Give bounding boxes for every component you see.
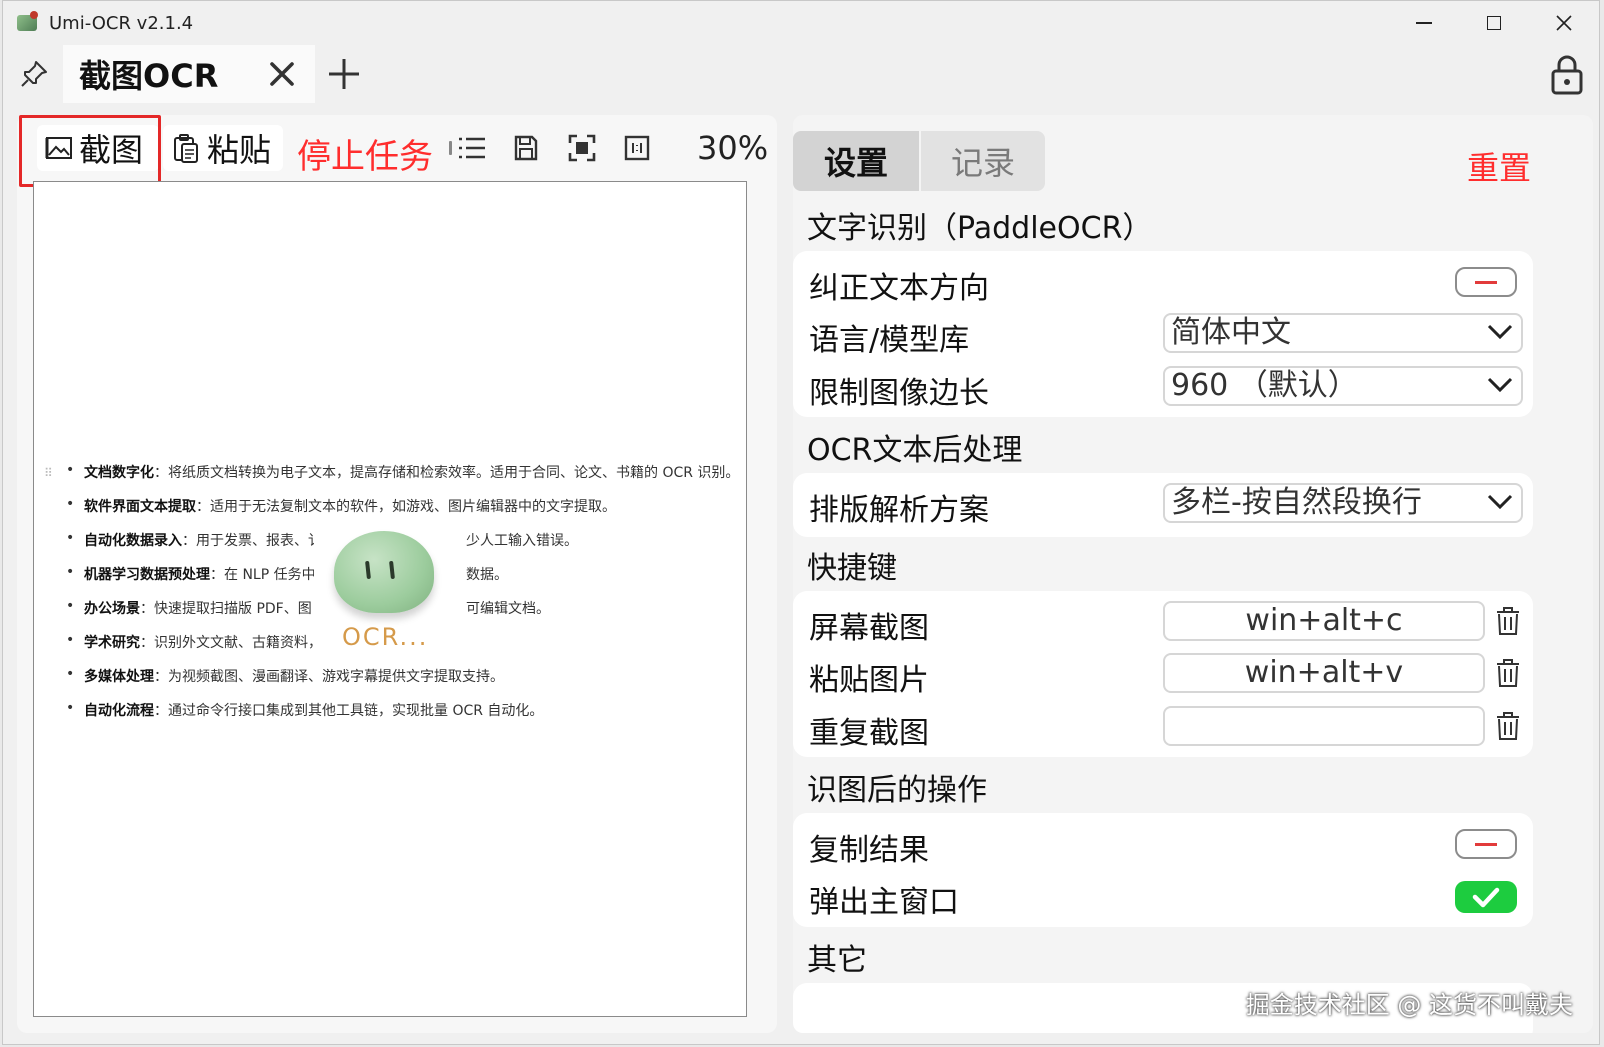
paste-label: 粘贴 bbox=[207, 131, 272, 169]
chevron-down-icon bbox=[1487, 324, 1513, 340]
window-title: Umi-OCR v2.1.4 bbox=[49, 12, 194, 34]
watermark: 掘金技术社区 @ 这货不叫戴夫 bbox=[1245, 991, 1573, 1019]
drag-handle-icon[interactable]: ⠿ bbox=[44, 466, 53, 480]
stop-task-button[interactable]: 停止任务 bbox=[297, 129, 433, 178]
capture-label: 截图 bbox=[79, 131, 144, 169]
after-section-title: 识图后的操作 bbox=[807, 773, 987, 808]
paste-button[interactable]: 粘贴 bbox=[163, 125, 283, 171]
popup-label: 弹出主窗口 bbox=[809, 885, 959, 920]
settings-tabs: 设置 记录 bbox=[793, 131, 1045, 191]
tab-screenshot-ocr[interactable]: 截图OCR bbox=[63, 45, 315, 103]
hk-paste-input[interactable]: win+alt+v bbox=[1163, 653, 1485, 693]
settings-panel: 设置 记录 重置 文字识别（PaddleOCR） 纠正文本方向 语言/模型库 简… bbox=[793, 115, 1593, 1033]
layout-select[interactable]: 多栏-按自然段换行 bbox=[1163, 483, 1523, 523]
ocr-section-title: 文字识别（PaddleOCR） bbox=[807, 211, 1153, 246]
clipboard-icon bbox=[174, 134, 198, 163]
window-controls bbox=[1389, 1, 1599, 45]
maximize-button[interactable] bbox=[1459, 1, 1529, 45]
after-settings-group: 复制结果 弹出主窗口 bbox=[793, 813, 1533, 927]
post-section-title: OCR文本后处理 bbox=[807, 433, 1023, 468]
list-item: • 自动化流程：通过命令行接口集成到其他工具链，实现批量 OCR 自动化。 bbox=[66, 700, 544, 719]
title-bar: Umi-OCR v2.1.4 bbox=[3, 1, 1599, 45]
save-button[interactable] bbox=[509, 131, 543, 165]
save-icon bbox=[514, 135, 538, 161]
trash-icon[interactable] bbox=[1495, 658, 1521, 688]
toolbar-separator bbox=[449, 141, 452, 155]
preview-toolbar: 截图 粘贴 停止任务 30% bbox=[17, 115, 777, 187]
actual-size-icon bbox=[624, 135, 650, 161]
language-label: 语言/模型库 bbox=[809, 323, 970, 358]
tab-bar: 截图OCR bbox=[3, 45, 1599, 103]
maximize-icon bbox=[1487, 16, 1501, 30]
app-logo-icon bbox=[15, 11, 39, 35]
capture-button[interactable]: 截图 bbox=[37, 125, 159, 171]
reset-button[interactable]: 重置 bbox=[1467, 143, 1531, 189]
list-item: • 文档数字化：将纸质文档转换为电子文本，提高存储和检索效率。适用于合同、论文、书… bbox=[66, 462, 740, 481]
fit-screen-button[interactable] bbox=[565, 131, 599, 165]
hotkey-section-title: 快捷键 bbox=[807, 551, 897, 586]
close-window-button[interactable] bbox=[1529, 1, 1599, 45]
pin-icon bbox=[21, 61, 47, 87]
correct-direction-toggle[interactable] bbox=[1455, 267, 1517, 297]
limit-value: 960 （默认） bbox=[1171, 368, 1358, 403]
limit-select[interactable]: 960 （默认） bbox=[1163, 366, 1523, 406]
list-item: • 多媒体处理：为视频截图、漫画翻译、游戏字幕提供文字提取支持。 bbox=[66, 666, 504, 685]
check-icon bbox=[1472, 887, 1500, 908]
loading-overlay: OCR... bbox=[314, 527, 464, 667]
tab-close-icon[interactable] bbox=[265, 57, 299, 91]
add-tab-icon[interactable] bbox=[325, 55, 363, 93]
minimize-button[interactable] bbox=[1389, 1, 1459, 45]
layout-label: 排版解析方案 bbox=[809, 493, 989, 528]
popup-toggle[interactable] bbox=[1455, 881, 1517, 913]
mascot-icon bbox=[334, 531, 434, 613]
layout-value: 多栏-按自然段换行 bbox=[1171, 485, 1422, 520]
fit-screen-icon bbox=[568, 134, 596, 162]
app-window: Umi-OCR v2.1.4 截图OCR 截图 粘贴 停止任务 30% ⠿ • … bbox=[2, 0, 1600, 1045]
language-select[interactable]: 简体中文 bbox=[1163, 313, 1523, 353]
other-section-title: 其它 bbox=[807, 943, 867, 978]
pin-button[interactable] bbox=[17, 57, 51, 91]
hk-repeat-input[interactable] bbox=[1163, 706, 1485, 746]
zoom-level: 30% bbox=[697, 129, 769, 167]
actual-size-button[interactable] bbox=[620, 131, 654, 165]
post-settings-group: 排版解析方案 多栏-按自然段换行 bbox=[793, 473, 1533, 537]
trash-icon[interactable] bbox=[1495, 606, 1521, 636]
image-preview[interactable]: ⠿ • 文档数字化：将纸质文档转换为电子文本，提高存储和检索效率。适用于合同、论文… bbox=[33, 181, 747, 1017]
hk-paste-label: 粘贴图片 bbox=[809, 663, 929, 698]
preview-panel: 截图 粘贴 停止任务 30% ⠿ • 文档数字化：将纸质文档转换为电子文本，提高… bbox=[17, 115, 777, 1033]
image-icon bbox=[45, 137, 72, 159]
copy-result-toggle[interactable] bbox=[1455, 829, 1517, 859]
tab-settings[interactable]: 设置 bbox=[793, 131, 919, 191]
copy-result-label: 复制结果 bbox=[809, 833, 929, 868]
close-icon bbox=[1556, 15, 1572, 31]
hk-repeat-label: 重复截图 bbox=[809, 716, 929, 751]
hotkey-settings-group: 屏幕截图 win+alt+c 粘贴图片 win+alt+v 重复截图 bbox=[793, 591, 1533, 757]
tab-records[interactable]: 记录 bbox=[919, 131, 1045, 191]
loading-text: OCR... bbox=[342, 623, 429, 651]
chevron-down-icon bbox=[1487, 494, 1513, 510]
trash-icon[interactable] bbox=[1495, 711, 1521, 741]
chevron-down-icon bbox=[1487, 377, 1513, 393]
list-item: • 软件界面文本提取：适用于无法复制文本的软件，如游戏、图片编辑器中的文字提取。 bbox=[66, 496, 616, 515]
minimize-icon bbox=[1416, 22, 1432, 24]
tab-label: 截图OCR bbox=[79, 57, 219, 95]
list-view-button[interactable] bbox=[455, 131, 489, 165]
hk-capture-label: 屏幕截图 bbox=[809, 611, 929, 646]
correct-direction-label: 纠正文本方向 bbox=[809, 271, 989, 306]
lock-icon[interactable] bbox=[1549, 55, 1585, 95]
list-icon bbox=[459, 137, 485, 159]
ocr-settings-group: 纠正文本方向 语言/模型库 简体中文 限制图像边长 960 （默认） bbox=[793, 251, 1533, 417]
limit-label: 限制图像边长 bbox=[809, 376, 989, 411]
hk-capture-input[interactable]: win+alt+c bbox=[1163, 601, 1485, 641]
language-value: 简体中文 bbox=[1171, 315, 1291, 350]
